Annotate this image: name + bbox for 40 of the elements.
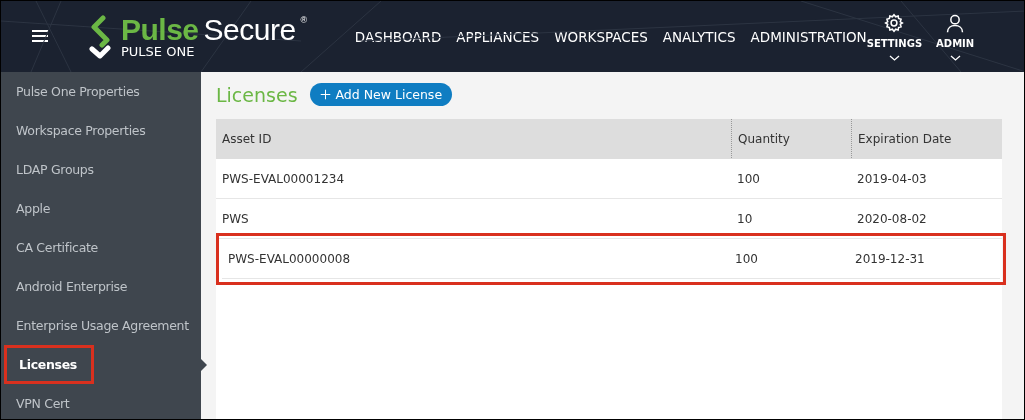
table-cell-text: 100 <box>736 170 761 188</box>
table-cell-text: 10 <box>736 210 754 228</box>
nav-link[interactable]: APPLIANCES <box>456 28 540 45</box>
chevron-down-icon <box>949 54 961 61</box>
sidebar-item[interactable]: Enterprise Usage Agreement <box>1 306 189 345</box>
column-header[interactable]: Asset ID <box>216 119 731 158</box>
nav-link[interactable]: ADMINISTRATION <box>750 28 867 45</box>
column-header[interactable]: Quantity <box>731 119 851 158</box>
product-name: PULSE ONE <box>121 44 196 59</box>
sidebar-item[interactable]: LDAP Groups <box>1 150 94 189</box>
add-button[interactable]: Add New License <box>309 83 453 106</box>
brand-name: Pulse <box>121 14 199 46</box>
settings-icon <box>884 12 905 33</box>
user-icon <box>945 12 966 33</box>
registered-mark: ® <box>300 14 307 26</box>
chevron-down-icon <box>888 54 900 61</box>
nav-link[interactable]: WORKSPACES <box>554 28 648 45</box>
nav-link[interactable]: ANALYTICS <box>662 28 736 45</box>
sidebar-item[interactable]: Workspace Properties <box>1 111 146 150</box>
table-cell-text: PWS-EVAL00001234 <box>221 170 346 188</box>
sidebar-item[interactable]: Pulse One Properties <box>1 72 140 111</box>
sidebar-item[interactable]: Android Enterprise <box>1 267 128 306</box>
menu-button[interactable] <box>31 28 51 45</box>
nav-link[interactable]: DASHBOARD <box>354 28 442 45</box>
user-menu[interactable]: ADMIN <box>936 12 975 61</box>
sidebar-item[interactable]: Licenses <box>4 345 94 384</box>
table-cell-text: PWS-EVAL00000008 <box>227 250 352 268</box>
sidebar-item[interactable]: CA Certificate <box>1 228 98 267</box>
table-cell-text: 2019-04-03 <box>856 170 928 188</box>
sidebar-item[interactable]: VPN Cert <box>1 384 70 419</box>
table-cell-text: PWS <box>221 210 250 228</box>
settings-menu[interactable]: SETTINGS <box>866 12 923 61</box>
table-cell-text: 2020-08-02 <box>856 210 928 228</box>
plus-icon <box>317 87 333 102</box>
table-cell-text: 2019-12-31 <box>854 250 926 268</box>
page-title: Licenses <box>216 83 298 106</box>
brand-name: Secure <box>203 14 296 46</box>
table-cell-text: 100 <box>734 250 759 268</box>
sidebar-item[interactable]: Apple <box>1 189 51 228</box>
column-header[interactable]: Expiration Date <box>851 119 1002 158</box>
